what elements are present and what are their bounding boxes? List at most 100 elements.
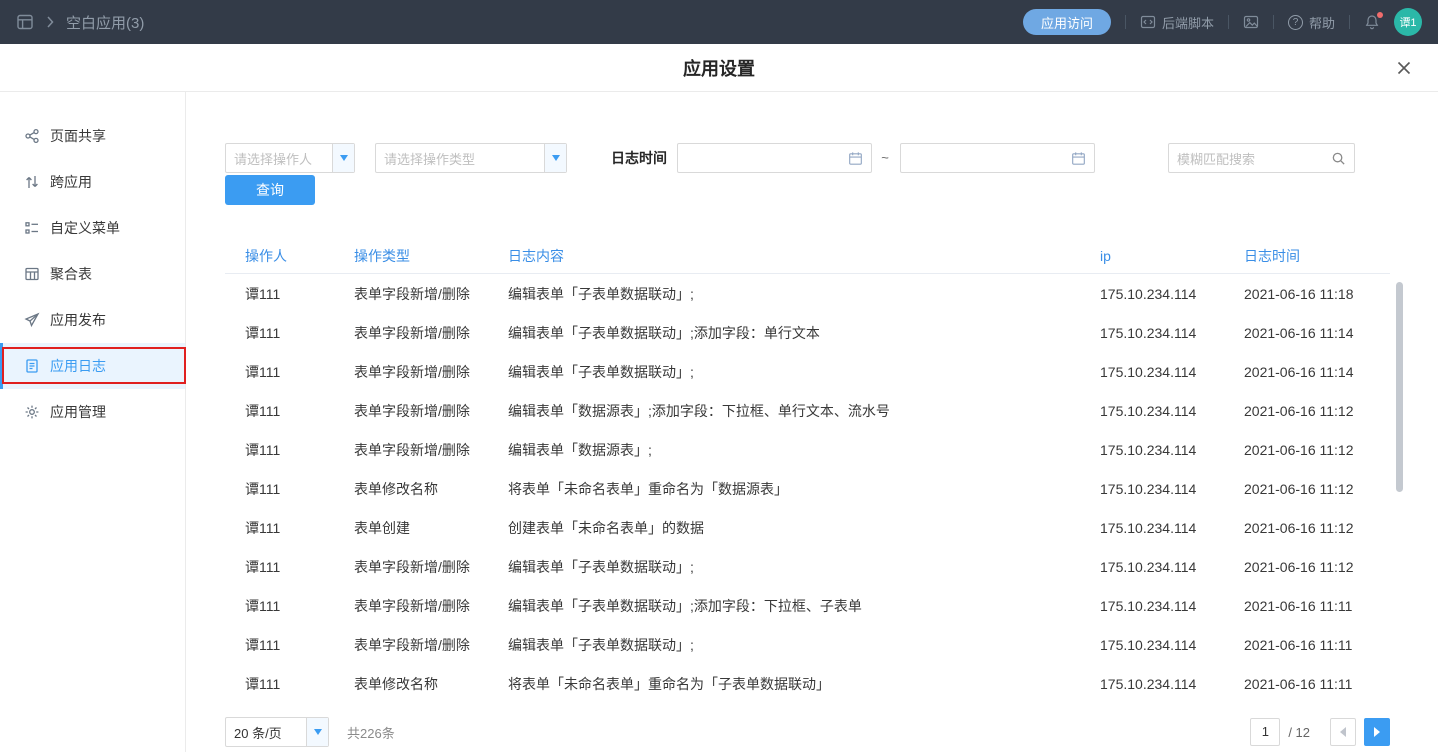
search-icon[interactable] [1331,151,1346,166]
table-cell: 谭111 [225,674,354,694]
table-cell: 谭111 [225,323,354,343]
date-to-input[interactable] [900,143,1095,173]
operator-select-placeholder: 请选择操作人 [226,149,332,168]
column-header: 操作类型 [354,246,508,266]
table-scrollbar[interactable] [1396,282,1403,492]
close-icon[interactable] [1394,58,1414,78]
sidebar-item-1[interactable]: 跨应用 [0,159,185,205]
table-cell: 创建表单「未命名表单」的数据 [508,518,1100,538]
table-cell: 谭111 [225,596,354,616]
breadcrumb: 空白应用(3) [16,12,144,33]
content: 请选择操作人 请选择操作类型 日志时间 ~ 模糊匹配搜索 查询 [186,92,1438,752]
table-row: 谭111表单字段新增/删除编辑表单「子表单数据联动」;175.10.234.11… [225,352,1390,391]
sidebar-item-5[interactable]: 应用日志 [0,343,185,389]
log-time-label: 日志时间 [611,143,667,173]
page-title: 应用设置 [0,44,1438,92]
table-cell: 表单字段新增/删除 [354,401,508,421]
divider [1273,15,1274,29]
backend-script-label: 后端脚本 [1162,13,1214,32]
gear-icon [24,404,40,420]
table-cell: 表单修改名称 [354,479,508,499]
code-icon [1140,14,1156,30]
table-cell: 175.10.234.114 [1100,325,1244,341]
sidebar-item-3[interactable]: 聚合表 [0,251,185,297]
sidebar-item-label: 页面共享 [50,126,106,146]
modal-header: 应用设置 [0,44,1438,92]
query-button[interactable]: 查询 [225,175,315,205]
page-size-value: 20 条/页 [226,723,306,742]
table-cell: 175.10.234.114 [1100,442,1244,458]
column-header: 日志内容 [508,246,1100,266]
table-cell: 2021-06-16 11:11 [1244,676,1390,692]
log-table: 操作人操作类型日志内容ip日志时间 谭111表单字段新增/删除编辑表单「子表单数… [225,238,1390,703]
divider [1228,15,1229,29]
app-access-button[interactable]: 应用访问 [1023,9,1111,35]
log-icon [24,358,40,374]
dropdown-caret-box[interactable] [306,718,328,746]
sidebar-item-label: 应用发布 [50,310,106,330]
sidebar: 页面共享跨应用自定义菜单聚合表应用发布应用日志应用管理 [0,92,186,752]
table-cell: 175.10.234.114 [1100,559,1244,575]
table-cell: 175.10.234.114 [1100,676,1244,692]
column-header: 日志时间 [1244,246,1390,266]
operation-type-placeholder: 请选择操作类型 [376,149,544,168]
table-cell: 表单字段新增/删除 [354,323,508,343]
table-cell: 谭111 [225,635,354,655]
chevron-down-icon [552,155,560,161]
table-cell: 175.10.234.114 [1100,364,1244,380]
range-separator: ~ [876,143,894,173]
search-input[interactable]: 模糊匹配搜索 [1168,143,1355,173]
custom-menu-icon [24,220,40,236]
topbar: 空白应用(3) 应用访问 后端脚本 帮助 [0,0,1438,44]
calendar-icon[interactable] [848,151,863,166]
sidebar-item-2[interactable]: 自定义菜单 [0,205,185,251]
chevron-right-icon [46,16,54,28]
table-cell: 谭111 [225,362,354,382]
operation-type-select[interactable]: 请选择操作类型 [375,143,567,173]
table-cell: 编辑表单「子表单数据联动」; [508,362,1100,382]
operator-select[interactable]: 请选择操作人 [225,143,355,173]
table-row: 谭111表单字段新增/删除编辑表单「数据源表」;175.10.234.11420… [225,430,1390,469]
table-row: 谭111表单修改名称将表单「未命名表单」重命名为「数据源表」175.10.234… [225,469,1390,508]
page-size-select[interactable]: 20 条/页 [225,717,329,747]
arrow-left-icon [1340,727,1346,737]
table-cell: 编辑表单「子表单数据联动」; [508,557,1100,577]
help-button[interactable]: 帮助 [1288,13,1335,32]
app-title: 空白应用(3) [66,12,144,33]
sidebar-item-label: 应用管理 [50,402,106,422]
table-row: 谭111表单字段新增/删除编辑表单「子表单数据联动」;175.10.234.11… [225,547,1390,586]
image-icon[interactable] [1243,14,1259,30]
table-cell: 表单字段新增/删除 [354,557,508,577]
table-cell: 2021-06-16 11:12 [1244,442,1390,458]
table-cell: 2021-06-16 11:14 [1244,364,1390,380]
avatar[interactable]: 谭1 [1394,8,1422,36]
table-cell: 表单修改名称 [354,674,508,694]
table-cell: 表单创建 [354,518,508,538]
sidebar-item-0[interactable]: 页面共享 [0,113,185,159]
sidebar-item-6[interactable]: 应用管理 [0,389,185,435]
table-cell: 编辑表单「数据源表」; [508,440,1100,460]
question-icon [1288,15,1303,30]
app-window-icon[interactable] [16,13,34,31]
dropdown-caret-box[interactable] [332,144,354,172]
table-cell: 编辑表单「数据源表」;添加字段：下拉框、单行文本、流水号 [508,401,1100,421]
prev-page-button[interactable] [1330,718,1356,746]
date-from-input[interactable] [677,143,872,173]
notification-bell-icon[interactable] [1364,14,1380,30]
aggregate-table-icon [24,266,40,282]
table-cell: 表单字段新增/删除 [354,284,508,304]
table-row: 谭111表单字段新增/删除编辑表单「子表单数据联动」;添加字段：单行文本175.… [225,313,1390,352]
sidebar-item-4[interactable]: 应用发布 [0,297,185,343]
table-cell: 谭111 [225,440,354,460]
page-number-input[interactable]: 1 [1250,718,1280,746]
table-cell: 175.10.234.114 [1100,598,1244,614]
backend-script-button[interactable]: 后端脚本 [1140,13,1214,32]
page-total-label: / 12 [1288,725,1310,740]
help-label: 帮助 [1309,13,1335,32]
dropdown-caret-box[interactable] [544,144,566,172]
table-cell: 175.10.234.114 [1100,403,1244,419]
table-row: 谭111表单创建创建表单「未命名表单」的数据175.10.234.1142021… [225,508,1390,547]
table-cell: 2021-06-16 11:14 [1244,325,1390,341]
calendar-icon[interactable] [1071,151,1086,166]
next-page-button[interactable] [1364,718,1390,746]
